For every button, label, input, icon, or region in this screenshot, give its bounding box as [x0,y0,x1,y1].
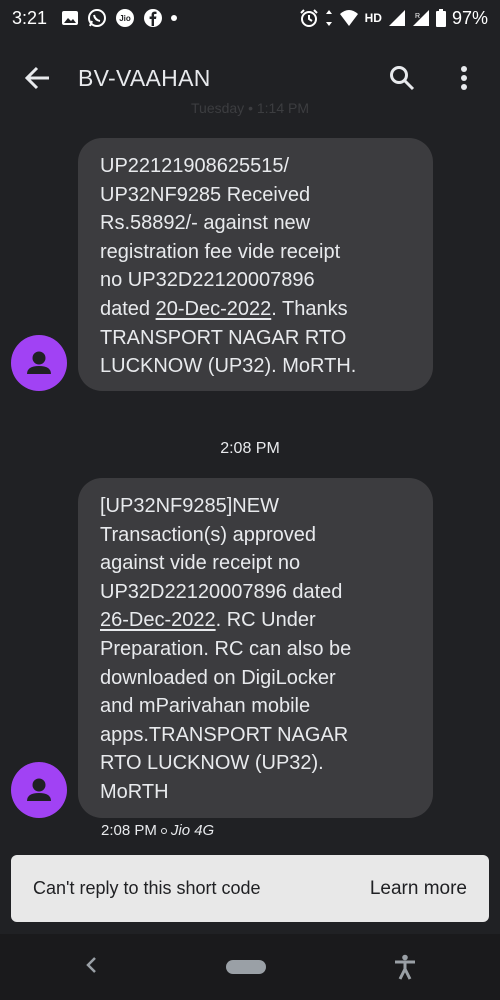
faded-date-header: Tuesday • 1:14 PM [191,100,309,116]
network-hd-label: HD [364,11,382,25]
message-text: . RC Under Preparation. RC can also be d… [100,609,352,803]
gallery-icon [61,9,79,27]
conversation-title: BV-VAAHAN [78,64,211,91]
more-vert-icon[interactable] [448,62,480,94]
person-icon [27,351,51,374]
whatsapp-icon [87,8,107,28]
system-nav-bar [0,934,500,1000]
person-icon [27,778,51,801]
accessibility-icon[interactable] [394,954,416,980]
message-time: 2:08 PM [101,822,157,839]
nav-back-icon[interactable] [84,954,98,980]
signal-roaming-icon: R [412,9,430,27]
status-time: 3:21 [12,7,48,28]
message-text: UP22121908625515/ UP32NF9285 Received Rs… [100,155,341,320]
sim-indicator-icon [160,827,167,834]
date-link[interactable]: 20-Dec-2022 [156,298,272,320]
message-bubble[interactable]: UP22121908625515/ UP32NF9285 Received Rs… [78,138,433,391]
facebook-icon [143,8,163,28]
search-icon[interactable] [386,62,418,94]
jio-icon: Jio [115,8,135,28]
data-arrows-icon [325,9,333,27]
signal-icon [388,9,406,27]
cannot-reply-message: Can't reply to this short code [33,878,261,898]
time-divider: 2:08 PM [220,440,280,457]
avatar[interactable] [11,762,67,818]
svg-text:R: R [415,13,420,20]
svg-text:Jio: Jio [119,14,131,23]
cannot-reply-bar: Can't reply to this short code Learn mor… [11,855,489,922]
message-bubble[interactable]: [UP32NF9285]NEW Transaction(s) approved … [78,478,433,818]
battery-icon [435,9,446,27]
wifi-icon [339,9,359,27]
alarm-icon [299,8,319,28]
message-text: [UP32NF9285]NEW Transaction(s) approved … [100,495,343,603]
battery-percent: 97% [451,7,488,28]
message-meta: 2:08 PM Jio 4G [101,822,214,839]
date-link[interactable]: 26-Dec-2022 [100,609,216,631]
back-arrow-icon[interactable] [20,60,56,96]
learn-more-button[interactable]: Learn more [370,878,467,900]
avatar[interactable] [11,335,67,391]
status-bar: 3:21 Jio HD R 97% [0,0,500,36]
notification-dot-icon [171,15,178,21]
nav-home-pill[interactable] [226,960,266,974]
message-network: Jio 4G [170,822,215,839]
